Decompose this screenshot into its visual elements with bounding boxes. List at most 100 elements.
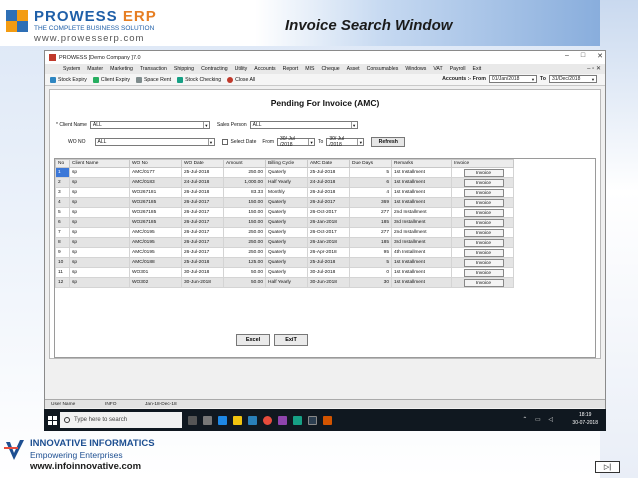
invoice-button[interactable]: Invoice: [463, 208, 504, 217]
menu-payroll[interactable]: Payroll: [450, 66, 466, 72]
invoice-button[interactable]: Invoice: [463, 268, 504, 277]
cell-billing-cycle[interactable]: Quaterly: [265, 267, 308, 278]
cell-no[interactable]: 12: [55, 277, 70, 288]
cell-billing-cycle[interactable]: Quaterly: [265, 227, 308, 238]
menu-accounts[interactable]: Accounts: [254, 66, 275, 72]
table-row[interactable]: 1 sp AMC/0177 25-Jul-2018 250.00 Quaterly 25-J…: [55, 167, 514, 178]
client-expiry-button[interactable]: Client Expiry: [92, 76, 130, 83]
cell-amount[interactable]: 250.00: [223, 167, 266, 178]
col-header-wo-no[interactable]: WO No: [129, 159, 182, 168]
cell-due-days[interactable]: 30: [349, 277, 392, 288]
maximize-button[interactable]: □: [581, 52, 585, 60]
cell-wo-no[interactable]: AMC/0195: [129, 227, 182, 238]
col-header-no[interactable]: No: [55, 159, 70, 168]
task-view-icon[interactable]: [203, 415, 212, 425]
cell-client-name[interactable]: sp: [69, 167, 130, 178]
select-date-checkbox[interactable]: [221, 139, 228, 145]
cell-amc-date[interactable]: 25-Jul-2018: [307, 167, 350, 178]
cell-no[interactable]: 8: [55, 237, 70, 248]
cell-wo-date[interactable]: 24-Jul-2018: [181, 177, 224, 188]
cell-client-name[interactable]: sp: [69, 207, 130, 218]
space-rent-button[interactable]: Space Rent: [135, 76, 171, 83]
cell-amount[interactable]: 83.33: [223, 187, 266, 198]
mdi-controls[interactable]: – ▫ ✕: [587, 65, 601, 72]
app-taskbar-icon[interactable]: [308, 415, 317, 425]
cell-client-name[interactable]: sp: [69, 197, 130, 208]
from-date-picker[interactable]: 30/ Jul /2018 ▼: [277, 136, 316, 148]
cell-wo-date[interactable]: 30-Jun-2018: [181, 277, 224, 288]
cell-wo-no[interactable]: AMC/0183: [129, 177, 182, 188]
start-button[interactable]: [44, 409, 60, 431]
minimize-button[interactable]: –: [565, 52, 569, 60]
cell-wo-no[interactable]: WO267185: [129, 207, 182, 218]
cell-client-name[interactable]: sp: [69, 227, 130, 238]
cell-due-days[interactable]: 185: [349, 217, 392, 228]
cell-no[interactable]: 5: [55, 207, 70, 218]
menu-master[interactable]: Master: [87, 66, 103, 72]
cell-amount[interactable]: 250.00: [223, 237, 266, 248]
cell-due-days[interactable]: 369: [349, 197, 392, 208]
cell-no[interactable]: 1: [55, 167, 70, 178]
cell-wo-no[interactable]: WO267185: [129, 197, 182, 208]
table-row[interactable]: 7 sp AMC/0195 26-Jul-2017 250.00 Quaterly 26-O…: [55, 227, 514, 238]
cell-due-days[interactable]: 185: [349, 237, 392, 248]
cell-client-name[interactable]: sp: [69, 187, 130, 198]
sales-person-combo[interactable]: ALL ▼: [249, 121, 358, 129]
cell-amc-date[interactable]: 24-Jul-2018: [307, 177, 350, 188]
cell-client-name[interactable]: sp: [69, 177, 130, 188]
cell-billing-cycle[interactable]: Monthly: [265, 187, 308, 198]
invoice-button[interactable]: Invoice: [463, 278, 504, 287]
taskbar-clock[interactable]: 18:19 30-07-2018: [572, 411, 598, 427]
menu-exit[interactable]: Exit: [473, 66, 482, 72]
menu-shipping[interactable]: Shipping: [174, 66, 194, 72]
system-tray[interactable]: ⌃ ▭ ◁: [522, 416, 556, 423]
cell-due-days[interactable]: 0: [349, 267, 392, 278]
cell-amount[interactable]: 125.00: [223, 257, 266, 268]
accounts-to-date[interactable]: 31/Dec/2018 ▼: [549, 75, 597, 83]
cell-amc-date[interactable]: 26-Jul-2018: [307, 187, 350, 198]
taskbar-search[interactable]: Type here to search: [60, 412, 182, 428]
cell-billing-cycle[interactable]: Quaterly: [265, 257, 308, 268]
to-date-picker[interactable]: 30/ Jul /2018 ▼: [326, 136, 365, 148]
col-header-amount[interactable]: Amount: [223, 159, 266, 168]
cell-wo-no[interactable]: AMC/0177: [129, 167, 182, 178]
cell-no[interactable]: 2: [55, 177, 70, 188]
cell-billing-cycle[interactable]: Quaterly: [265, 217, 308, 228]
app-taskbar-icon[interactable]: [278, 415, 287, 425]
col-header-amc-date[interactable]: AMC Date: [307, 159, 350, 168]
cell-no[interactable]: 6: [55, 217, 70, 228]
cell-due-days[interactable]: 277: [349, 207, 392, 218]
cell-billing-cycle[interactable]: Quaterly: [265, 197, 308, 208]
cell-amc-date[interactable]: 26-Jan-2018: [307, 217, 350, 228]
cell-amount[interactable]: 150.00: [223, 207, 266, 218]
col-header-remarks[interactable]: Remarks: [391, 159, 452, 168]
table-row[interactable]: 12 sp WO302 30-Jun-2018 50.00 Half Yearly 30-J…: [55, 277, 514, 288]
cell-amc-date[interactable]: 26-Jan-2018: [307, 237, 350, 248]
invoice-button[interactable]: Invoice: [463, 228, 504, 237]
store-icon[interactable]: [248, 415, 257, 425]
invoice-button[interactable]: Invoice: [463, 218, 504, 227]
cell-amc-date[interactable]: 26-Oct-2017: [307, 227, 350, 238]
table-row[interactable]: 4 sp WO267185 26-Jul-2017 150.00 Quaterly 26-J…: [55, 197, 514, 208]
cell-client-name[interactable]: sp: [69, 277, 130, 288]
table-row[interactable]: 5 sp WO267185 26-Jul-2017 150.00 Quaterly 26-O…: [55, 207, 514, 218]
col-header-billing-cycle[interactable]: Billing Cycle: [265, 159, 308, 168]
cell-wo-no[interactable]: WO267185: [129, 217, 182, 228]
cell-remarks[interactable]: 2nd Installment: [391, 227, 452, 238]
stock-expiry-button[interactable]: Stock Expiry: [50, 76, 87, 83]
cell-wo-no[interactable]: AMC/0188: [129, 257, 182, 268]
cell-wo-no[interactable]: AMC/0195: [129, 237, 182, 248]
cell-remarks[interactable]: 3rd Installment: [391, 217, 452, 228]
cell-client-name[interactable]: sp: [69, 217, 130, 228]
cell-no[interactable]: 10: [55, 257, 70, 268]
app-taskbar-icon[interactable]: [323, 415, 332, 425]
excel-button[interactable]: Excel: [236, 334, 270, 346]
cell-client-name[interactable]: sp: [69, 237, 130, 248]
cell-amc-date[interactable]: 25-Jul-2018: [307, 257, 350, 268]
cell-client-name[interactable]: sp: [69, 247, 130, 258]
menu-utility[interactable]: Utility: [235, 66, 248, 72]
cell-no[interactable]: 11: [55, 267, 70, 278]
cell-remarks[interactable]: 2nd Installment: [391, 207, 452, 218]
cell-wo-no[interactable]: AMC/0195: [129, 247, 182, 258]
cell-remarks[interactable]: 1st Installment: [391, 187, 452, 198]
